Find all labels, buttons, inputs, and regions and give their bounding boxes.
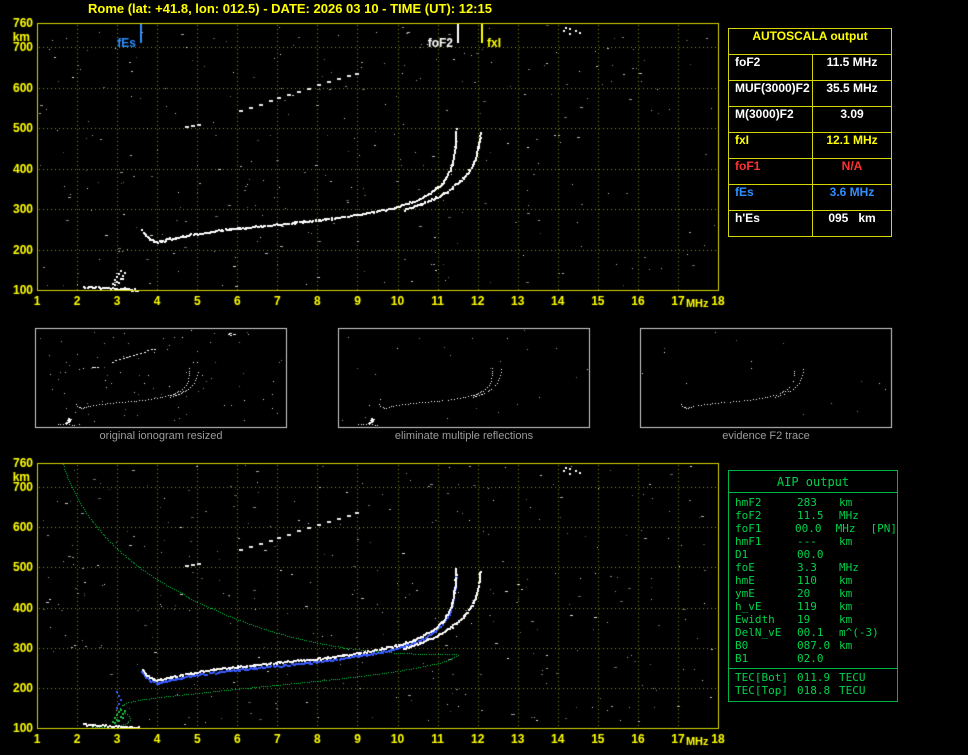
aip-value-d1: 00.0 [797,548,824,561]
autoscala-row-h-es: h'Es 095 km [729,210,891,236]
aip-row-ewidth: Ewidth 19 km [729,613,897,626]
aip-value-hmf1: --- [797,535,817,548]
aip-unit-fof2: MHz [839,509,859,522]
aip-row-tec-top-: TEC[Top] 018.8 TECU [729,684,897,697]
autoscala-value-fof1: N/A [812,159,891,184]
aip-row-yme: ymE 20 km [729,587,897,600]
autoscala-row-m-3000-f2: M(3000)F2 3.09 [729,106,891,132]
aip-value-b0: 087.0 [797,639,831,652]
aip-unit-fof1: MHz [835,522,856,535]
autoscala-label-h-es: h'Es [735,211,760,225]
autoscala-window: Rome (lat: +41.8, lon: 012.5) - DATE: 20… [0,0,968,755]
autoscala-value-h-es: 095 km [812,211,891,236]
aip-label-foe: foE [735,561,755,574]
aip-unit-tec-bot-: TECU [839,671,866,684]
aip-label-hmf2: hmF2 [735,496,762,509]
aip-unit-d1 [839,548,875,561]
aip-label-d1: D1 [735,548,749,561]
page-title: Rome (lat: +41.8, lon: 012.5) - DATE: 20… [88,1,492,16]
autoscala-header: AUTOSCALA output [752,29,868,43]
autoscala-label-m-3000-f2: M(3000)F2 [735,107,794,121]
aip-label-hmf1: hmF1 [735,535,762,548]
autoscala-rows: foF2 11.5 MHz MUF(3000)F2 35.5 MHz M(3000)F2… [729,54,891,236]
aip-unit-yme: km [839,587,853,600]
autoscala-row-fof2: foF2 11.5 MHz [729,54,891,80]
aip-row-b0: B0 087.0 km [729,639,897,652]
aip-row-d1: D1 00.0 [729,548,897,561]
aip-label-tec-top-: TEC[Top] [735,684,788,697]
autoscala-value-fof2: 11.5 MHz [812,55,891,80]
aip-output-box: AIP output hmF2 283 km foF2 11.5 MHz foF1 00.0 M… [728,470,898,702]
autoscala-row-muf-3000-f2: MUF(3000)F2 35.5 MHz [729,80,891,106]
aip-row-foe: foE 3.3 MHz [729,561,897,574]
aip-extra-fof1: [PN] [870,522,898,535]
autoscala-row-fxi: fxI 12.1 MHz [729,132,891,158]
autoscala-label-fxi: fxI [735,133,750,147]
aip-row-b1: B1 02.0 [729,652,897,665]
autoscala-value-m-3000-f2: 3.09 [812,107,891,132]
aip-unit-ewidth: km [839,613,853,626]
autoscala-label-fof2: foF2 [735,55,761,69]
aip-value-foe: 3.3 [797,561,817,574]
aip-row-tec-bot-: TEC[Bot] 011.9 TECU [729,671,897,684]
aip-value-fof2: 11.5 [797,509,824,522]
aip-label-tec-bot-: TEC[Bot] [735,671,788,684]
aip-value-tec-top-: 018.8 [797,684,831,697]
aip-value-tec-bot-: 011.9 [797,671,831,684]
aip-value-b1: 02.0 [797,652,824,665]
aip-label-h-ve: h_vE [735,600,762,613]
aip-header: AIP output [729,471,897,493]
thumbnail-caption-1: original ionogram resized [99,430,223,442]
aip-unit-b0: km [839,639,853,652]
aip-row-hmf2: hmF2 283 km [729,496,897,509]
aip-unit-h-ve: km [839,600,853,613]
aip-label-b0: B0 [735,639,749,652]
aip-value-hmf2: 283 [797,496,817,509]
aip-row-fof2: foF2 11.5 MHz [729,509,897,522]
autoscala-label-muf-3000-f2: MUF(3000)F2 [735,81,810,95]
aip-row-fof1: foF1 00.0 MHz [PN] [729,522,897,535]
aip-label-yme: ymE [735,587,755,600]
autoscala-value-muf-3000-f2: 35.5 MHz [812,81,891,106]
autoscala-row-fes: fEs 3.6 MHz [729,184,891,210]
aip-tec-section: TEC[Bot] 011.9 TECU TEC[Top] 018.8 TECU [729,668,897,697]
aip-label-deln-ve: DelN_vE [735,626,782,639]
aip-value-ewidth: 19 [797,613,811,626]
aip-rows: hmF2 283 km foF2 11.5 MHz foF1 00.0 MHz [PN] hmF1 -… [729,493,897,665]
autoscala-output-box: AUTOSCALA output foF2 11.5 MHz MUF(3000)F2… [728,28,892,237]
aip-value-deln-ve: 00.1 [797,626,824,639]
aip-row-hmf1: hmF1 --- km [729,535,897,548]
autoscala-row-fof1: foF1 N/A [729,158,891,184]
aip-row-h-ve: h_vE 119 km [729,600,897,613]
aip-unit-deln-ve: m^(-3) [839,626,879,639]
aip-unit-hmf2: km [839,496,853,509]
autoscala-label-fof1: foF1 [735,159,761,173]
aip-unit-b1 [839,652,875,665]
autoscala-label-fes: fEs [735,185,754,199]
aip-label-b1: B1 [735,652,749,665]
autoscala-value-fes: 3.6 MHz [812,185,891,210]
thumbnail-caption-3: evidence F2 trace [722,430,810,442]
aip-value-hme: 110 [797,574,817,587]
aip-label-ewidth: Ewidth [735,613,775,626]
aip-unit-foe: MHz [839,561,859,574]
aip-unit-hme: km [839,574,853,587]
aip-label-fof1: foF1 [735,522,762,535]
aip-unit-hmf1: km [839,535,853,548]
aip-row-hme: hmE 110 km [729,574,897,587]
thumbnail-caption-2: eliminate multiple reflections [394,430,534,442]
aip-value-h-ve: 119 [797,600,817,613]
aip-label-hme: hmE [735,574,755,587]
aip-label-fof2: foF2 [735,509,762,522]
aip-value-yme: 20 [797,587,811,600]
autoscala-value-fxi: 12.1 MHz [812,133,891,158]
aip-unit-tec-top-: TECU [839,684,866,697]
aip-value-fof1: 00.0 [795,522,822,535]
aip-row-deln-ve: DelN_vE 00.1 m^(-3) [729,626,897,639]
